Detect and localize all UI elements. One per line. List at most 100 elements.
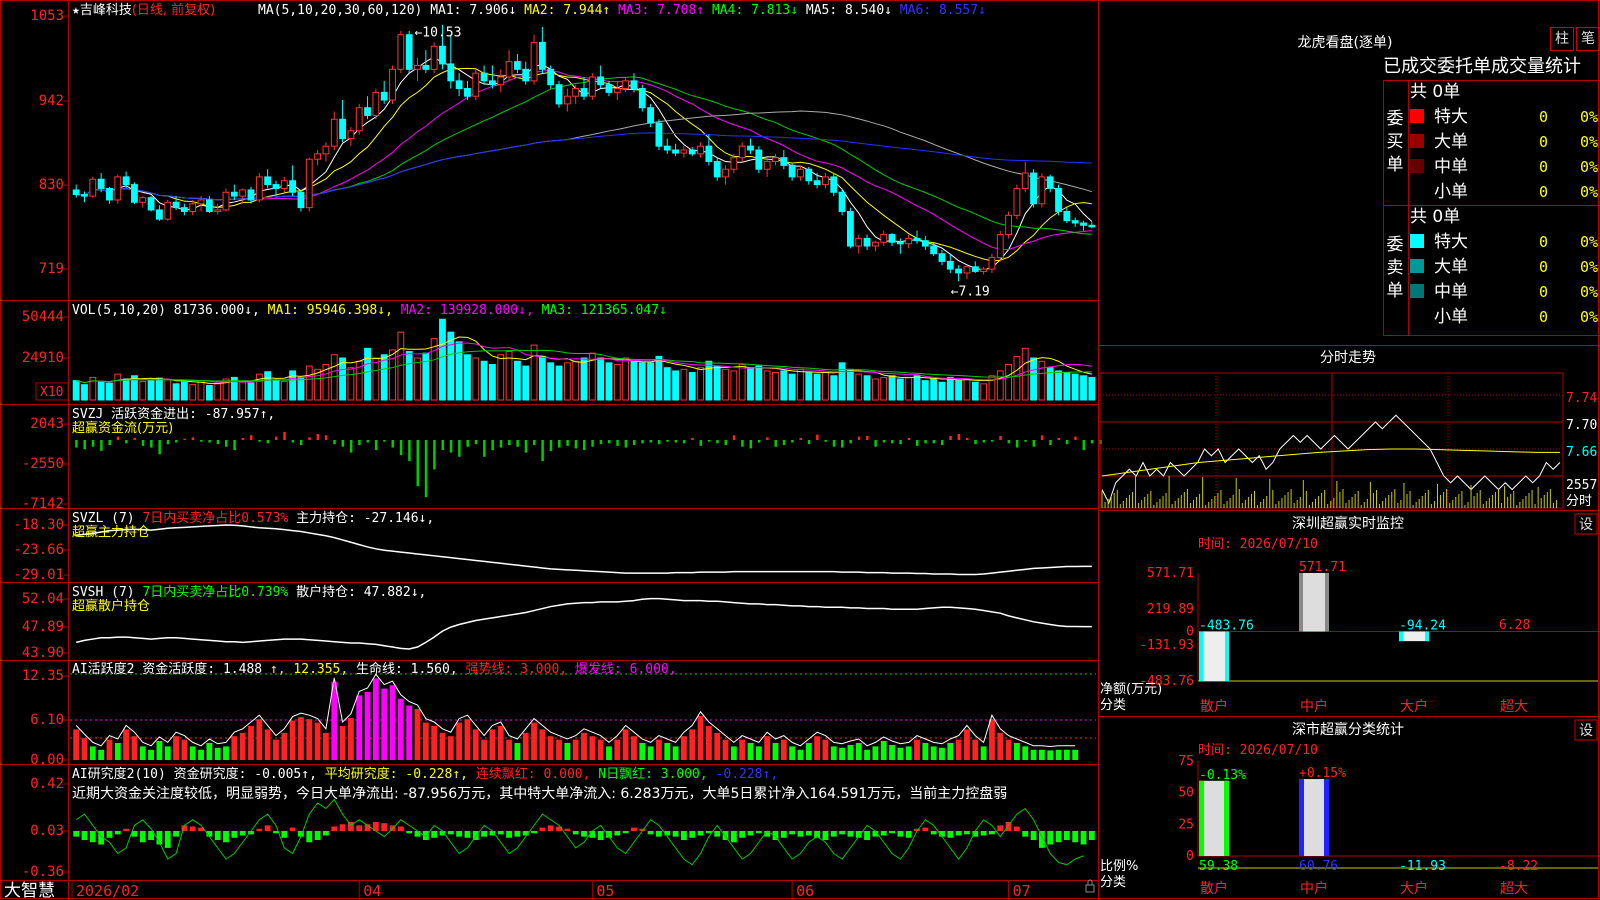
ai-research-bar xyxy=(164,831,171,848)
volume-bar xyxy=(114,373,122,401)
ai-research-panel[interactable]: AI研究度2(10) 资金研究度: -0.005↑, 平均研究度: -0.228… xyxy=(22,766,1095,880)
volume-legend: VOL(5,10,20) 81736.000↓, MA1: 95946.398↓… xyxy=(72,303,667,318)
fund-flow-bar xyxy=(491,440,494,451)
trade-row-pct: 0% xyxy=(1580,183,1598,201)
fund-flow-bar xyxy=(574,440,578,449)
fund-flow-bar xyxy=(108,440,111,446)
ai-activity-panel[interactable]: AI活跃度2 资金活跃度: 1.488 ↑, 12.355, 生命线: 1.56… xyxy=(22,661,1096,768)
main-holding-panel[interactable]: SVZL (7) 7日内买卖净占比0.573% 主力持仓: -27.146↓, … xyxy=(13,510,1092,583)
candle-body xyxy=(813,180,821,186)
ai-research-bar xyxy=(306,831,313,843)
retail-holding-panel[interactable]: SVSH (7) 7日内买卖净占比0.739% 散户持仓: 47.882↓, 超… xyxy=(22,584,1092,661)
candle-body xyxy=(896,241,904,245)
legend-item: 散户持仓: 47.882↓, xyxy=(288,584,426,600)
legend-item: MA6: 8.557↓ xyxy=(892,3,986,18)
fund-flow-bar xyxy=(1040,435,1044,440)
low-price-label: ←7.19 xyxy=(951,284,990,299)
candlestick-panel[interactable]: 1053 942 830 719 ←10.53 ←7.19 xyxy=(30,8,1096,299)
column-view-button[interactable]: 柱 xyxy=(1550,27,1574,51)
ai-activity-bar xyxy=(581,732,587,760)
ai-research-bar xyxy=(189,826,196,831)
fund-flow-bar xyxy=(816,434,819,440)
chart-canvas[interactable]: 1053 942 830 719 ←10.53 ←7.19 ★吉峰科技(日线, 前复权… xyxy=(0,0,1600,900)
intraday-panel[interactable]: 分时走势 7.74 7.70 7.66 2557分时 xyxy=(1099,350,1597,509)
volume-bar xyxy=(655,355,663,401)
fund-flow-bar xyxy=(982,440,986,443)
ai-research-bar xyxy=(89,831,96,843)
classify-stats-panel[interactable]: 深市超赢分类统计 设 时间: 2026/07/10 75 50 25 0 -0.13% 5… xyxy=(1100,719,1598,897)
ai-activity-bar xyxy=(264,729,271,760)
volume-panel[interactable]: VOL(5,10,20) 81736.000↓, MA1: 95946.398↓… xyxy=(22,303,1096,401)
candle-body xyxy=(239,189,247,197)
volume-bar xyxy=(1071,373,1079,401)
axis-tick-label: -2550 xyxy=(22,456,64,472)
candle-body xyxy=(264,176,272,186)
candle-body xyxy=(822,176,829,186)
fund-flow-panel[interactable]: SVZJ 活跃资金进出: -87.957↑, 超赢资金流(万元) 2043 -25… xyxy=(22,406,1102,512)
trade-row-pct: 0% xyxy=(1580,158,1598,176)
ai-activity-bar xyxy=(855,742,862,760)
fund-flow-bar xyxy=(175,440,178,443)
axis-tick-label: 6.10 xyxy=(30,712,64,728)
ai-activity-bar xyxy=(622,729,629,760)
candle-body xyxy=(572,88,580,97)
ai-activity-bar xyxy=(1005,739,1012,760)
ai-activity-bar xyxy=(805,742,812,760)
ai-activity-bar xyxy=(456,722,463,760)
ai-research-bar xyxy=(264,825,271,831)
trade-row-name: 特大 xyxy=(1434,107,1468,127)
ai-research-bar xyxy=(223,831,229,843)
candle-body xyxy=(389,68,396,101)
trade-row-name: 小单 xyxy=(1434,307,1468,327)
volume-bar xyxy=(247,382,255,401)
axis-tick-label: 830 xyxy=(39,177,64,193)
legend-item: MA4: 7.813↓ xyxy=(704,3,798,18)
monitor-bar-body xyxy=(1299,573,1329,632)
ai-research-bar xyxy=(614,831,621,836)
volume-bar xyxy=(572,360,580,401)
legend-item: MA1: 7.906↓ xyxy=(422,3,516,18)
intraday-price-label: 7.70 xyxy=(1566,418,1597,433)
ai-research-bar xyxy=(622,831,629,834)
ai-research-bar xyxy=(631,827,637,831)
ai-activity-bar xyxy=(214,747,221,760)
monitor-chart: 571.71219.890-131.93-483.76-483.76散户571.… xyxy=(1139,560,1598,715)
volume-bar xyxy=(455,341,463,401)
tick-view-button[interactable]: 笔 xyxy=(1576,27,1600,51)
candle-body xyxy=(414,64,421,70)
ai-activity-bar xyxy=(847,745,854,760)
volume-bar xyxy=(147,380,155,401)
ai-research-bar xyxy=(889,831,895,834)
realtime-monitor-panel[interactable]: 深圳超赢实时监控 设 时间: 2026/07/10 571.71219.890-… xyxy=(1100,513,1598,715)
fund-flow-bar xyxy=(849,440,852,444)
ai-research-bar xyxy=(897,831,904,837)
date-label: 2026/02 xyxy=(76,882,139,900)
axis-tick-label: 0.03 xyxy=(30,823,64,839)
volume-bar xyxy=(630,360,638,401)
volume-bar xyxy=(72,380,80,401)
ai-research-bar xyxy=(997,825,1004,831)
ai-activity-bar xyxy=(389,685,396,760)
intraday-volume-label: 2557 xyxy=(1566,478,1597,493)
fund-flow-bar xyxy=(949,435,952,440)
ai-activity-bar xyxy=(764,736,771,760)
intraday-axis: 7.74 7.70 7.66 2557分时 xyxy=(1566,391,1597,509)
ai-activity-bar xyxy=(173,736,179,760)
fund-flow-bar xyxy=(100,440,103,451)
ai-activity-bar xyxy=(614,739,621,760)
fund-flow-bar xyxy=(558,440,561,448)
candle-body xyxy=(430,45,438,70)
candle-body xyxy=(330,118,338,147)
candle-body xyxy=(214,209,222,212)
scroll-lock-icon[interactable] xyxy=(1085,879,1095,893)
fund-flow-bar xyxy=(774,440,777,447)
buy-rows: 特大 0 0% 大单 0 0% 中单 0 0% 小单 0 0% xyxy=(1410,107,1598,202)
ai-activity-bar xyxy=(1022,746,1029,760)
fund-flow-bar xyxy=(957,433,961,440)
volume-bar xyxy=(405,351,413,401)
fund-flow-bar xyxy=(399,440,403,456)
axis-tick-label: 47.89 xyxy=(22,619,64,635)
candle-body xyxy=(838,191,846,212)
ai-activity-bar xyxy=(722,739,729,760)
legend-item: MA3: 7.708↑ xyxy=(610,3,704,18)
